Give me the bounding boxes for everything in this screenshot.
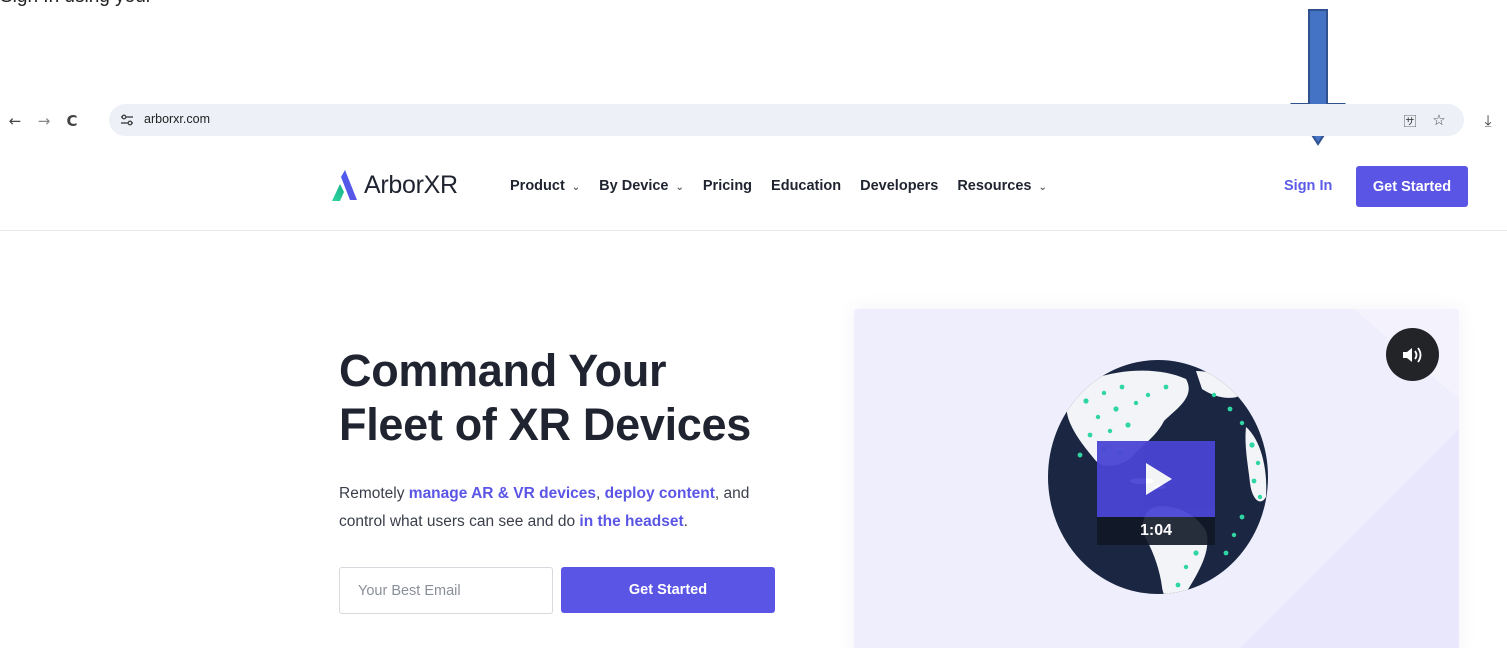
hero-get-started-button[interactable]: Get Started	[561, 567, 775, 613]
email-input[interactable]	[339, 567, 553, 614]
nav-by-device-label: By Device	[599, 178, 669, 194]
nav-by-device[interactable]: By Device ⌄	[599, 178, 684, 194]
nav-education[interactable]: Education	[771, 178, 841, 194]
video-player[interactable]: 1:04	[854, 309, 1459, 648]
hero-title-line-1: Command Your	[339, 345, 667, 396]
bookmark-star-icon[interactable]: ☆	[1429, 110, 1449, 130]
hero-sub-text: .	[683, 513, 688, 530]
translate-icon[interactable]: 🈂	[1400, 110, 1420, 130]
hero-subtitle: Remotely manage AR & VR devices, deploy …	[339, 480, 779, 536]
chevron-down-icon: ⌄	[571, 181, 581, 193]
browser-toolbar: ← → C arborxr.com 🈂 ☆ ⤓	[0, 104, 1507, 138]
hero-sub-text: ,	[596, 485, 605, 502]
in-the-headset-link[interactable]: in the headset	[579, 513, 683, 530]
hero-sub-text: Remotely	[339, 485, 409, 502]
logo[interactable]: ArborXR	[330, 168, 458, 202]
nav-product[interactable]: Product ⌄	[510, 178, 580, 194]
main-nav: Product ⌄ By Device ⌄ Pricing Education …	[510, 178, 1066, 194]
hero-title-line-2: Fleet of XR Devices	[339, 399, 751, 450]
logo-text: ArborXR	[364, 170, 458, 199]
nav-resources-label: Resources	[957, 178, 1032, 194]
download-icon[interactable]: ⤓	[1477, 111, 1499, 131]
chevron-down-icon: ⌄	[675, 181, 684, 193]
url-text[interactable]: arborxr.com	[144, 112, 210, 126]
reload-icon[interactable]: C	[62, 111, 82, 131]
nav-pricing[interactable]: Pricing	[703, 178, 752, 194]
chevron-down-icon: ⌄	[1038, 181, 1047, 193]
header-get-started-button[interactable]: Get Started	[1356, 166, 1468, 207]
mute-button[interactable]	[1386, 328, 1439, 381]
forward-arrow-icon[interactable]: →	[34, 111, 54, 131]
back-arrow-icon[interactable]: ←	[5, 111, 25, 131]
nav-resources[interactable]: Resources ⌄	[957, 178, 1047, 194]
site-settings-icon[interactable]	[119, 112, 135, 128]
play-button[interactable]	[1097, 441, 1215, 517]
hero-title: Command Your Fleet of XR Devices	[339, 344, 819, 452]
deploy-content-link[interactable]: deploy content	[605, 485, 715, 502]
nav-developers-label: Developers	[860, 178, 939, 194]
arborxr-logo-icon	[332, 170, 357, 201]
nav-product-label: Product	[510, 178, 565, 194]
play-icon	[1146, 463, 1172, 495]
address-bar[interactable]: arborxr.com 🈂 ☆	[109, 104, 1464, 136]
nav-education-label: Education	[771, 178, 842, 194]
manage-devices-link[interactable]: manage AR & VR devices	[409, 485, 596, 502]
nav-developers[interactable]: Developers	[860, 178, 938, 194]
video-duration: 1:04	[1097, 517, 1215, 545]
sign-in-link[interactable]: Sign In	[1284, 178, 1332, 194]
site-header: ArborXR Product ⌄ By Device ⌄ Pricing Ed…	[0, 142, 1507, 231]
speaker-icon	[1402, 346, 1421, 363]
annotation-caption: Sign In using your	[0, 0, 152, 8]
nav-pricing-label: Pricing	[702, 178, 753, 194]
